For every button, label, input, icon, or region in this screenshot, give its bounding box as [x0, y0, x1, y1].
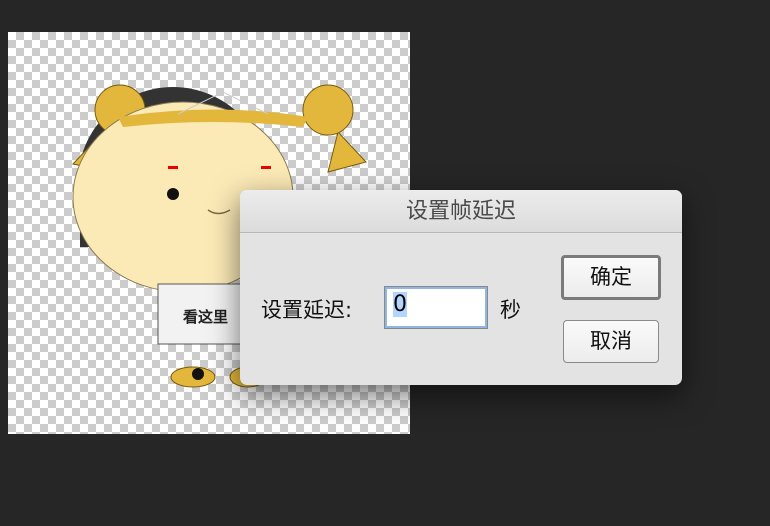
ok-button[interactable]: 确定: [561, 255, 661, 300]
frame-delay-dialog: 设置帧延迟 设置延迟: 0 秒 确定 取消: [240, 190, 682, 385]
seconds-unit-label: 秒: [500, 298, 521, 322]
delay-input[interactable]: 0: [384, 286, 488, 329]
dialog-title: 设置帧延迟: [240, 190, 682, 233]
delay-value: 0: [393, 292, 407, 317]
delay-label: 设置延迟:: [261, 298, 353, 322]
cancel-button[interactable]: 取消: [563, 320, 659, 363]
sign-text: 看这里: [183, 308, 228, 326]
